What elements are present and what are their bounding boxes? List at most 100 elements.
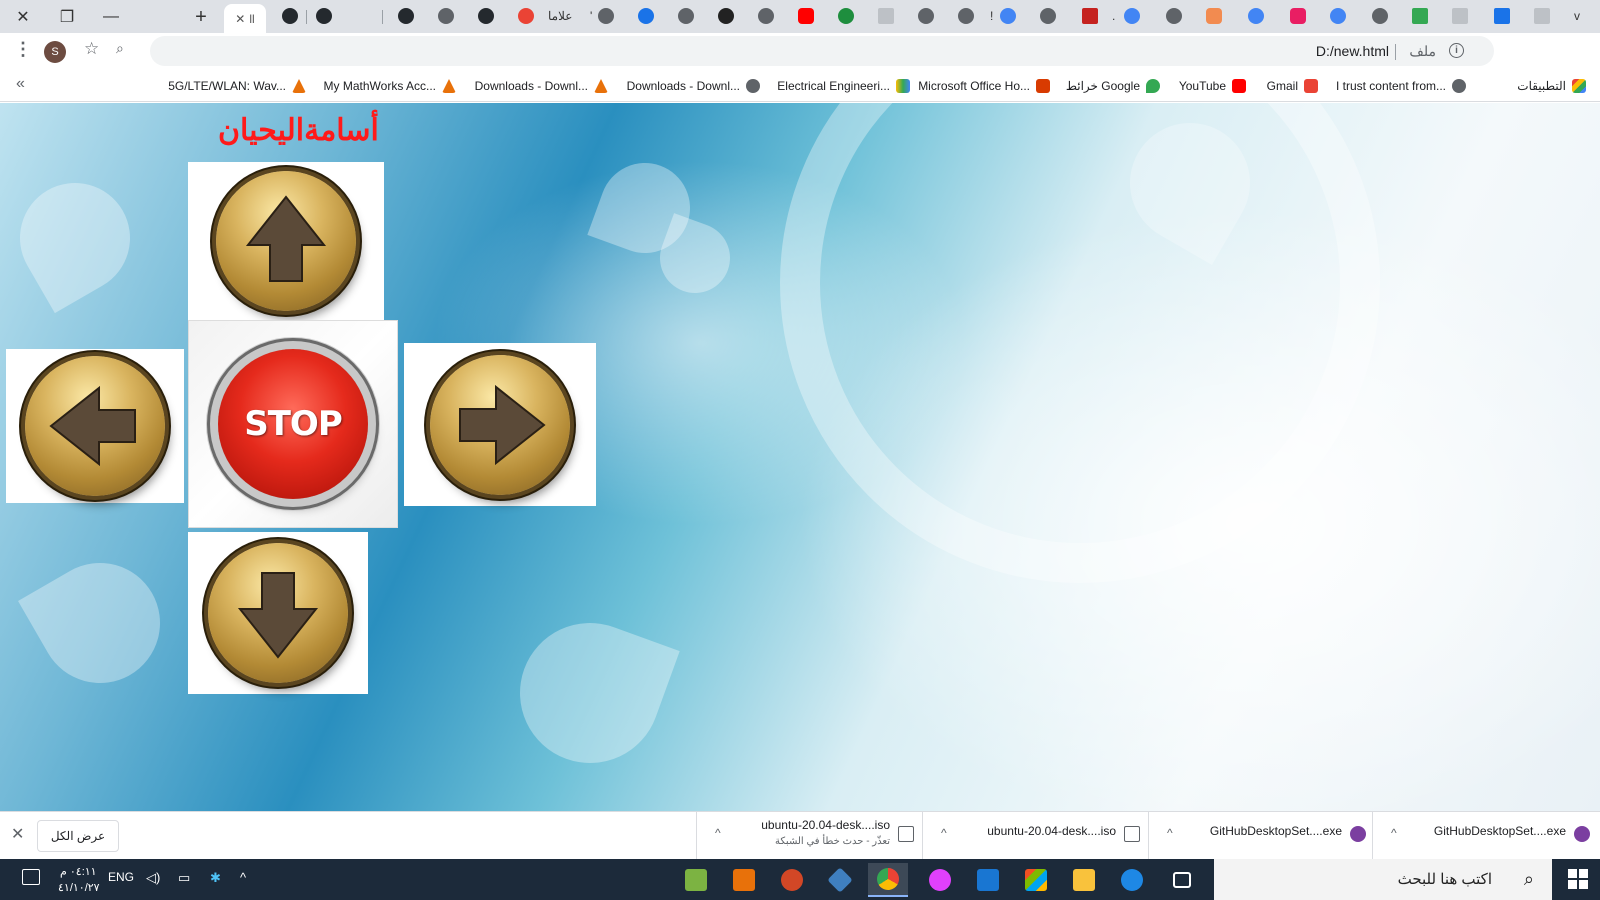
close-icon[interactable]: ✕ (11, 824, 24, 844)
chart-app[interactable] (676, 863, 716, 897)
green-app-icon[interactable] (838, 8, 854, 24)
language-indicator[interactable]: ENG (108, 870, 134, 884)
powerpoint-app[interactable] (772, 863, 812, 897)
chevron-up-icon[interactable]: ^ (1391, 826, 1397, 840)
restore-window-button[interactable]: ❐ (44, 0, 90, 33)
google-icon[interactable] (1124, 8, 1140, 24)
info-icon[interactable]: i (1449, 43, 1464, 58)
github-icon[interactable] (478, 8, 494, 24)
google-icon[interactable] (1330, 8, 1346, 24)
download-icon[interactable] (1494, 8, 1510, 24)
virtualbox-app[interactable] (820, 863, 860, 897)
matlab-app[interactable] (724, 863, 764, 897)
globe-icon[interactable] (918, 8, 934, 24)
grid-icon[interactable] (878, 8, 894, 24)
minimize-window-button[interactable]: — (88, 0, 134, 33)
chevron-up-icon[interactable]: ^ (1167, 826, 1173, 840)
globe-icon[interactable] (678, 8, 694, 24)
right-button[interactable] (404, 343, 596, 506)
bookmark-office[interactable]: Microsoft Office Ho... (918, 76, 1050, 96)
tab-title[interactable]: ! (990, 9, 993, 23)
file-explorer-app[interactable] (1064, 863, 1104, 897)
mail-app[interactable] (968, 863, 1008, 897)
bookmark-item[interactable]: My MathWorks Acc... (324, 76, 456, 96)
image-icon[interactable] (638, 8, 654, 24)
bookmark-item[interactable]: Downloads - Downl... (475, 76, 608, 96)
tab-active[interactable]: ✕ ll (224, 4, 266, 33)
red-doc-icon[interactable] (1082, 8, 1098, 24)
tab-title[interactable]: v (1574, 9, 1580, 23)
google-icon[interactable] (1000, 8, 1016, 24)
globe-icon[interactable] (1166, 8, 1182, 24)
globe-icon[interactable] (1040, 8, 1056, 24)
globe-icon[interactable] (438, 8, 454, 24)
download-item[interactable]: ^ GitHubDesktopSet....exe (1148, 812, 1370, 860)
itunes-app[interactable] (920, 863, 960, 897)
grid-icon[interactable] (1452, 8, 1468, 24)
bookmark-item[interactable]: 5G/LTE/WLAN: Wav... (168, 76, 306, 96)
tab-title[interactable]: . (1112, 9, 1115, 23)
bookmark-item[interactable]: Downloads - Downl... (627, 76, 760, 96)
tab-title[interactable]: علاما (548, 9, 572, 23)
down-button[interactable] (188, 532, 368, 694)
download-status: تعذّر - حدث خطأ في الشبكة (775, 836, 890, 847)
colorful-grid-icon[interactable] (1412, 8, 1428, 24)
bookmark-item[interactable]: I trust content from... (1336, 76, 1466, 96)
bluetooth-icon[interactable]: ✱ (210, 870, 221, 886)
notification-icon[interactable] (22, 869, 40, 885)
tab-title[interactable]: ' (590, 9, 592, 23)
download-item[interactable]: ^ ubuntu-20.04-desk....iso تعذّر - حدث خ… (696, 812, 918, 860)
show-all-button[interactable]: عرض الكل (37, 820, 119, 852)
globe-icon[interactable] (958, 8, 974, 24)
bookmark-item[interactable]: Electrical Engineeri... (777, 76, 910, 96)
clock-time[interactable]: ٠٤:١١ م (60, 865, 97, 878)
tab-separator (306, 10, 307, 24)
windows-start-icon[interactable] (1568, 869, 1588, 889)
bookmark-apps[interactable]: التطبيقات (1517, 76, 1586, 96)
chrome-app[interactable] (868, 863, 908, 897)
download-item[interactable]: ^ GitHubDesktopSet....exe (1372, 812, 1594, 860)
left-button[interactable] (6, 349, 184, 503)
task-view-button[interactable] (1162, 863, 1202, 897)
edge-app[interactable] (1112, 863, 1152, 897)
download-filename: ubuntu-20.04-desk....iso (987, 824, 1116, 838)
chevron-double-left-icon[interactable]: « (16, 75, 25, 93)
volume-icon[interactable]: ◁) (146, 870, 160, 886)
tray-chevron-icon[interactable]: ^ (240, 870, 246, 885)
chevron-up-icon[interactable]: ^ (941, 826, 947, 840)
stop-button[interactable]: STOP (188, 320, 398, 528)
github-icon[interactable] (398, 8, 414, 24)
bookmark-google-maps[interactable]: خرائط Google (1066, 76, 1160, 96)
clock-date[interactable]: ٤١/١٠/٢٧ (58, 881, 100, 894)
address-bar[interactable]: D:/new.html ملف i (150, 36, 1494, 66)
menu-icon[interactable]: ⋮ (14, 39, 32, 60)
grid-icon[interactable] (1534, 8, 1550, 24)
globe-icon[interactable] (1372, 8, 1388, 24)
new-tab-button[interactable]: + (188, 4, 214, 30)
globe-icon[interactable] (758, 8, 774, 24)
network-icon[interactable]: ▭ (178, 870, 190, 886)
bookmark-gmail[interactable]: Gmail (1267, 76, 1318, 96)
download-item[interactable]: ^ ubuntu-20.04-desk....iso (922, 812, 1144, 860)
url-text[interactable]: D:/new.html (1316, 43, 1389, 59)
orange-app-icon[interactable] (1206, 8, 1222, 24)
github-icon[interactable] (316, 8, 332, 24)
tab-close-icon[interactable]: ✕ (235, 12, 245, 26)
avatar[interactable]: S (44, 41, 66, 63)
github-icon[interactable] (282, 8, 298, 24)
gmail-icon[interactable] (518, 8, 534, 24)
store-app[interactable] (1016, 863, 1056, 897)
globe-icon[interactable] (598, 8, 614, 24)
glasses-icon[interactable] (718, 8, 734, 24)
bookmark-youtube[interactable]: YouTube (1179, 76, 1246, 96)
bookmark-star-icon[interactable]: ☆ (84, 39, 99, 59)
mathworks-icon (292, 79, 306, 93)
youtube-icon[interactable] (798, 8, 814, 24)
up-button[interactable] (188, 162, 384, 320)
taskbar-search[interactable]: اكتب هنا للبحث ⌕ (1214, 859, 1552, 900)
chevron-up-icon[interactable]: ^ (715, 826, 721, 840)
close-window-button[interactable]: ✕ (0, 0, 46, 33)
pink-app-icon[interactable] (1290, 8, 1306, 24)
google-icon[interactable] (1248, 8, 1264, 24)
zoom-icon[interactable]: ⌕ (116, 40, 124, 57)
